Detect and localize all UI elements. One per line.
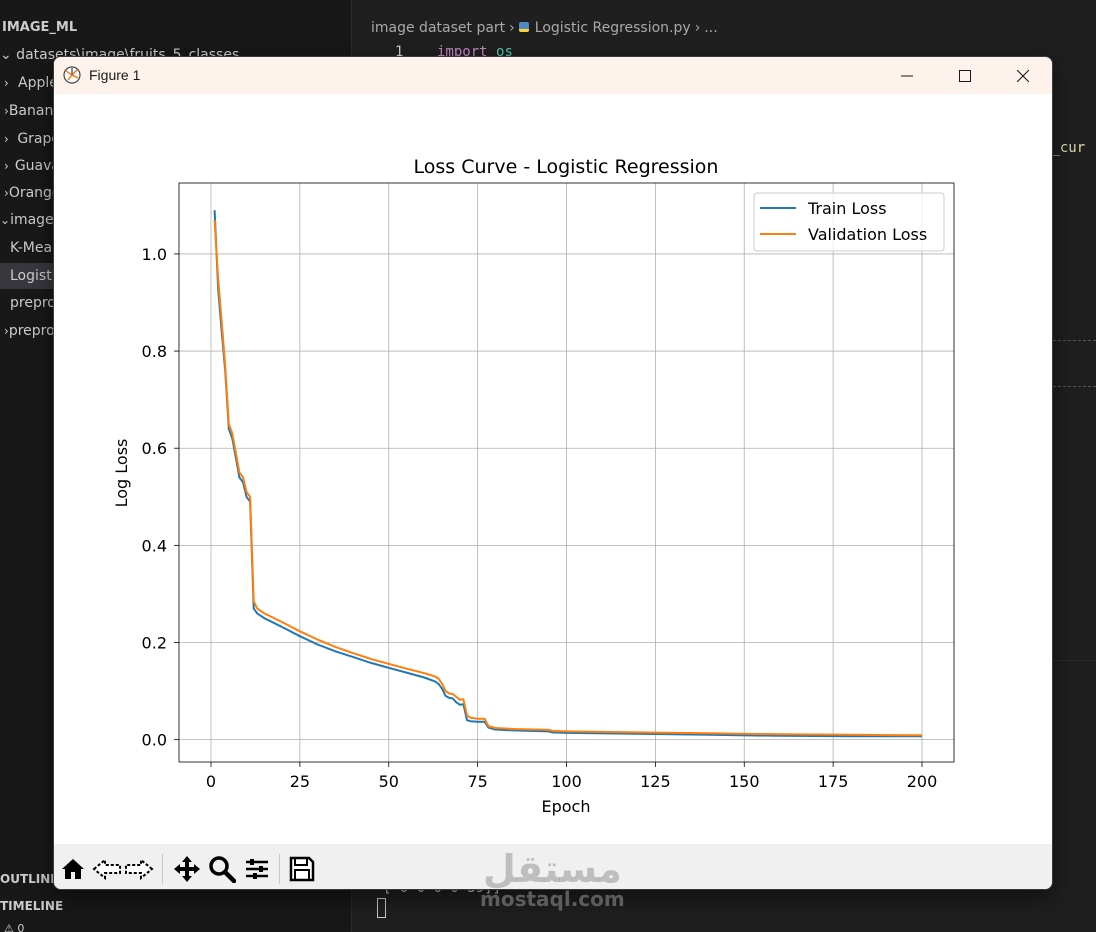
configure-icon <box>246 859 268 879</box>
breadcrumb: image dataset part › Logistic Regression.p… <box>371 20 718 36</box>
y-tick-label: 0.4 <box>142 536 167 555</box>
x-tick-label: 175 <box>818 772 849 791</box>
x-tick-label: 200 <box>907 772 938 791</box>
watermark: مستقل mostaql.com <box>480 850 625 910</box>
tree-item[interactable]: ⌄image dataset part <box>0 207 60 233</box>
y-tick-label: 0.2 <box>142 634 167 653</box>
series-line-train-loss <box>213 210 922 738</box>
warning-count: 0 <box>17 922 25 932</box>
zoom-button[interactable] <box>207 854 237 884</box>
chevron-right-icon: › <box>509 20 515 36</box>
legend-label-validation: Validation Loss <box>808 225 927 244</box>
tree-item[interactable]: › Orange <box>0 180 60 206</box>
pan-button[interactable] <box>172 854 202 884</box>
terminal-cursor <box>377 898 386 918</box>
matplotlib-icon <box>63 66 81 84</box>
y-tick-label: 0.8 <box>142 342 167 361</box>
breadcrumb-item-folder[interactable]: image dataset part <box>371 20 505 36</box>
maximize-button[interactable] <box>936 57 994 94</box>
forward-icon <box>125 857 154 881</box>
zoom-icon <box>209 856 236 883</box>
breadcrumb-item-file[interactable]: Logistic Regression.py <box>535 20 691 36</box>
status-warnings[interactable]: ⚠ 0 <box>4 922 24 932</box>
home-icon <box>62 859 84 879</box>
close-button[interactable] <box>994 57 1052 94</box>
back-icon <box>92 857 121 881</box>
x-axis-label: Epoch <box>542 797 591 816</box>
tree-item[interactable]: › Banana <box>0 98 60 124</box>
y-tick-label: 0.6 <box>142 439 167 458</box>
plot-canvas[interactable]: 0 25 50 75 100 125 150 175 200 0.0 0.2 0.4 0.6 0.8 1.0… <box>54 94 1053 844</box>
tree-item-label: Apple <box>18 75 58 91</box>
chevron-right-icon: › <box>4 159 9 173</box>
outline-section[interactable]: OUTLINE <box>0 872 58 886</box>
tree-item[interactable]: › Apple <box>0 70 60 96</box>
chevron-down-icon: ⌄ <box>0 213 11 227</box>
chart-title: Loss Curve - Logistic Regression <box>414 156 719 178</box>
tree-item[interactable]: preprocessing.py <box>0 290 60 316</box>
toolbar-separator <box>162 854 163 884</box>
tree-item[interactable]: › Guava <box>0 153 60 179</box>
x-tick-label: 25 <box>290 772 310 791</box>
figure-window: Figure 1 0 25 50 75 100 125 150 175 200 0.0 0.2 0.4… <box>53 56 1053 890</box>
x-tick-label: 100 <box>551 772 582 791</box>
window-titlebar[interactable]: Figure 1 <box>54 57 1052 94</box>
legend-label-train: Train Loss <box>807 199 887 218</box>
y-tick-label: 0.0 <box>142 731 167 750</box>
chevron-right-icon: › <box>4 132 9 146</box>
chevron-right-icon: › <box>4 76 9 90</box>
loss-chart[interactable]: 0 25 50 75 100 125 150 175 200 0.0 0.2 0.4 0.6 0.8 1.0… <box>54 94 1053 844</box>
tree-item[interactable]: ›preprocessing <box>0 318 60 344</box>
configure-button[interactable] <box>242 854 272 884</box>
breadcrumb-item-symbol[interactable]: ... <box>704 20 717 36</box>
explorer-title: IMAGE_ML <box>2 20 78 35</box>
x-tick-label: 125 <box>640 772 671 791</box>
forward-button[interactable] <box>124 854 154 884</box>
y-axis-label: Log Loss <box>112 439 131 508</box>
tree-item[interactable]: › Grape <box>0 126 60 152</box>
save-button[interactable] <box>287 854 317 884</box>
maximize-icon <box>959 69 971 82</box>
x-tick-label: 0 <box>206 772 216 791</box>
y-tick-label: 1.0 <box>142 245 167 264</box>
watermark-arabic: مستقل <box>482 847 622 891</box>
tree-item[interactable]: K-Means.py <box>0 235 60 261</box>
x-tick-label: 50 <box>379 772 399 791</box>
editor-divider <box>1053 340 1096 341</box>
x-tick-label: 150 <box>729 772 760 791</box>
timeline-section[interactable]: TIMELINE <box>0 899 63 913</box>
chevron-right-icon: › <box>694 20 701 36</box>
watermark-latin: mostaql.com <box>480 887 625 911</box>
pan-icon <box>174 856 200 882</box>
x-tick-label: 75 <box>467 772 487 791</box>
back-button[interactable] <box>92 854 122 884</box>
legend: Train Loss Validation Loss <box>753 192 945 252</box>
series-line-validation-loss <box>213 219 923 737</box>
editor-divider <box>1053 386 1096 387</box>
minimize-icon <box>901 75 913 76</box>
window-title: Figure 1 <box>89 67 141 83</box>
python-file-icon <box>518 22 529 32</box>
close-icon <box>1017 69 1029 82</box>
minimize-button[interactable] <box>878 57 936 94</box>
tree-item[interactable]: Logistic Regression.py <box>0 263 60 289</box>
toolbar-separator <box>279 854 280 884</box>
save-icon <box>289 856 315 882</box>
home-button[interactable] <box>58 854 88 884</box>
